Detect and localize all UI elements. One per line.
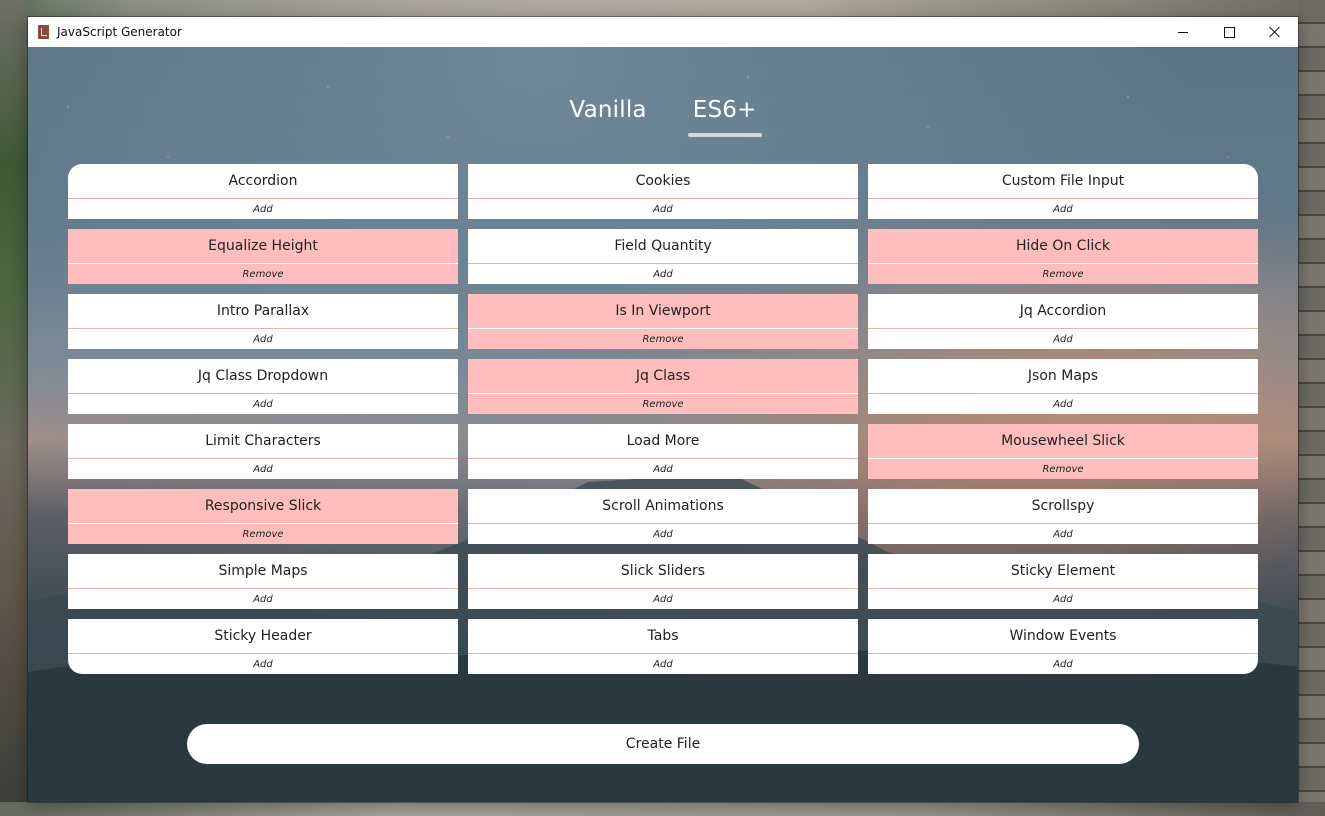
add-module-button[interactable]: Add — [868, 589, 1258, 609]
add-module-button[interactable]: Add — [68, 199, 458, 219]
module-name: Mousewheel Slick — [868, 424, 1258, 459]
module-name: Slick Sliders — [468, 554, 858, 589]
module-card[interactable]: Simple Maps Add — [68, 554, 458, 609]
desktop-background-right — [1298, 0, 1325, 816]
module-card[interactable]: Load More Add — [468, 424, 858, 479]
module-card[interactable]: Jq Accordion Add — [868, 294, 1258, 349]
app-icon — [38, 25, 49, 39]
add-module-button[interactable]: Add — [468, 264, 858, 284]
module-name: Field Quantity — [468, 229, 858, 264]
tab-bar: Vanilla ES6+ — [28, 97, 1298, 137]
module-name: Equalize Height — [68, 229, 458, 264]
module-card[interactable]: Sticky Element Add — [868, 554, 1258, 609]
close-icon — [1269, 26, 1281, 38]
add-module-button[interactable]: Add — [468, 589, 858, 609]
module-card[interactable]: Window Events Add — [868, 619, 1258, 674]
module-card[interactable]: Json Maps Add — [868, 359, 1258, 414]
module-name: Cookies — [468, 164, 858, 199]
add-module-button[interactable]: Add — [868, 199, 1258, 219]
module-card[interactable]: Jq Class Dropdown Add — [68, 359, 458, 414]
module-card[interactable]: Is In Viewport Remove — [468, 294, 858, 349]
maximize-button[interactable] — [1206, 17, 1252, 47]
add-module-button[interactable]: Add — [868, 329, 1258, 349]
add-module-button[interactable]: Add — [468, 654, 858, 674]
maximize-icon — [1223, 26, 1235, 38]
module-card[interactable]: Tabs Add — [468, 619, 858, 674]
module-name: Custom File Input — [868, 164, 1258, 199]
remove-module-button[interactable]: Remove — [68, 524, 458, 544]
tab-es6[interactable]: ES6+ — [687, 97, 762, 137]
remove-module-button[interactable]: Remove — [868, 459, 1258, 479]
module-name: Jq Class — [468, 359, 858, 394]
desktop-background-left — [0, 0, 28, 816]
minimize-icon — [1178, 31, 1188, 33]
module-name: Limit Characters — [68, 424, 458, 459]
module-name: Jq Accordion — [868, 294, 1258, 329]
app-window: JavaScript Generator Vanilla ES6+ Accord… — [28, 17, 1298, 802]
remove-module-button[interactable]: Remove — [68, 264, 458, 284]
module-name: Hide On Click — [868, 229, 1258, 264]
module-name: Intro Parallax — [68, 294, 458, 329]
module-card[interactable]: Cookies Add — [468, 164, 858, 219]
module-name: Scroll Animations — [468, 489, 858, 524]
title-bar[interactable]: JavaScript Generator — [28, 17, 1298, 47]
create-file-button[interactable]: Create File — [187, 724, 1139, 764]
module-grid: Accordion Add Cookies Add Custom File Input A… — [68, 164, 1258, 674]
add-module-button[interactable]: Add — [68, 589, 458, 609]
close-button[interactable] — [1252, 17, 1298, 47]
module-card[interactable]: Equalize Height Remove — [68, 229, 458, 284]
module-name: Sticky Element — [868, 554, 1258, 589]
add-module-button[interactable]: Add — [68, 394, 458, 414]
add-module-button[interactable]: Add — [68, 654, 458, 674]
module-card[interactable]: Field Quantity Add — [468, 229, 858, 284]
module-name: Tabs — [468, 619, 858, 654]
module-name: Simple Maps — [68, 554, 458, 589]
module-name: Scrollspy — [868, 489, 1258, 524]
add-module-button[interactable]: Add — [868, 524, 1258, 544]
module-card[interactable]: Scroll Animations Add — [468, 489, 858, 544]
window-title: JavaScript Generator — [57, 25, 182, 39]
module-card[interactable]: Accordion Add — [68, 164, 458, 219]
tab-vanilla[interactable]: Vanilla — [565, 97, 650, 129]
main-content: Vanilla ES6+ Accordion Add Cookies Add Custo… — [28, 47, 1298, 802]
add-module-button[interactable]: Add — [68, 459, 458, 479]
add-module-button[interactable]: Add — [468, 199, 858, 219]
minimize-button[interactable] — [1160, 17, 1206, 47]
module-card[interactable]: Intro Parallax Add — [68, 294, 458, 349]
module-card[interactable]: Slick Sliders Add — [468, 554, 858, 609]
module-name: Window Events — [868, 619, 1258, 654]
module-card[interactable]: Custom File Input Add — [868, 164, 1258, 219]
module-name: Sticky Header — [68, 619, 458, 654]
remove-module-button[interactable]: Remove — [468, 394, 858, 414]
module-name: Responsive Slick — [68, 489, 458, 524]
module-card[interactable]: Scrollspy Add — [868, 489, 1258, 544]
window-controls — [1160, 17, 1298, 47]
module-card[interactable]: Hide On Click Remove — [868, 229, 1258, 284]
module-name: Is In Viewport — [468, 294, 858, 329]
module-card[interactable]: Responsive Slick Remove — [68, 489, 458, 544]
module-card[interactable]: Jq Class Remove — [468, 359, 858, 414]
module-card[interactable]: Limit Characters Add — [68, 424, 458, 479]
add-module-button[interactable]: Add — [68, 329, 458, 349]
module-card[interactable]: Sticky Header Add — [68, 619, 458, 674]
add-module-button[interactable]: Add — [468, 524, 858, 544]
remove-module-button[interactable]: Remove — [468, 329, 858, 349]
add-module-button[interactable]: Add — [868, 654, 1258, 674]
add-module-button[interactable]: Add — [868, 394, 1258, 414]
remove-module-button[interactable]: Remove — [868, 264, 1258, 284]
module-name: Load More — [468, 424, 858, 459]
module-name: Jq Class Dropdown — [68, 359, 458, 394]
module-name: Accordion — [68, 164, 458, 199]
desktop-background-bottom — [0, 802, 1325, 816]
add-module-button[interactable]: Add — [468, 459, 858, 479]
module-name: Json Maps — [868, 359, 1258, 394]
module-card[interactable]: Mousewheel Slick Remove — [868, 424, 1258, 479]
